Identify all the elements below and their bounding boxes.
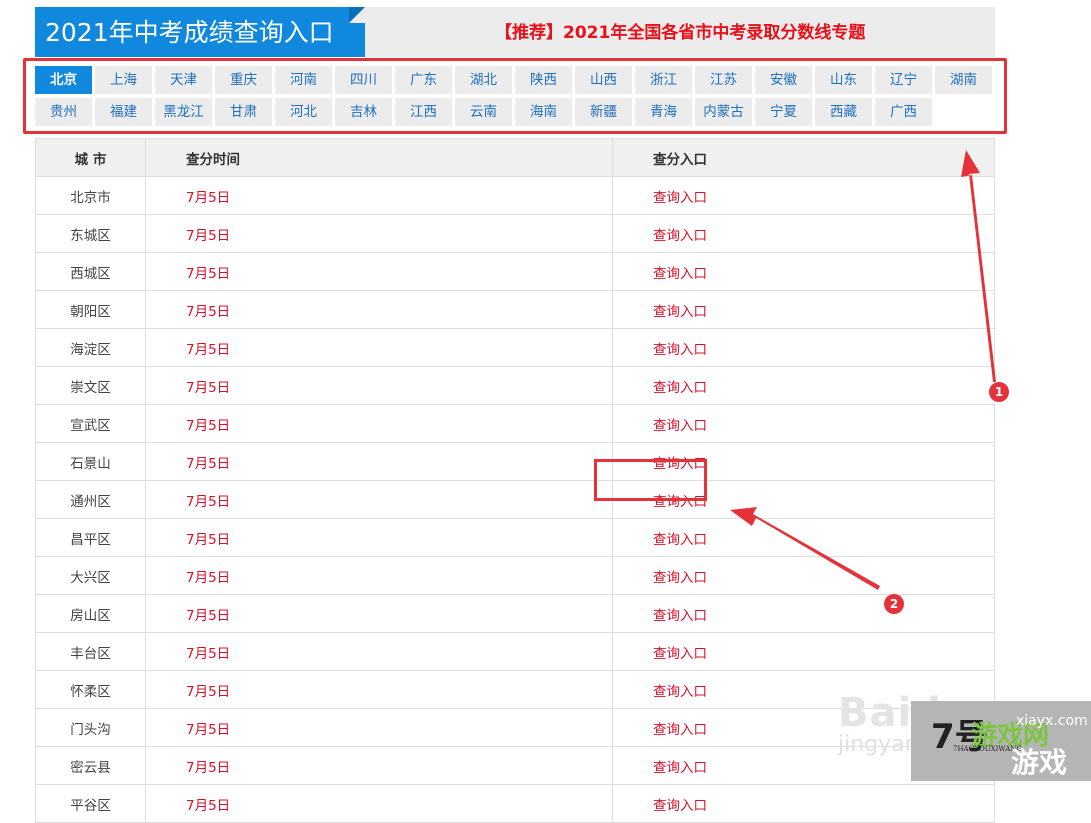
table-header-row: 城 市 查分时间 查分入口 [35, 138, 995, 177]
query-time-cell: 7月5日 [145, 290, 613, 329]
city-cell: 丰台区 [35, 632, 146, 671]
query-time-cell: 7月5日 [145, 518, 613, 557]
query-entry-link[interactable]: 查询入口 [653, 722, 707, 738]
query-time-cell: 7月5日 [145, 556, 613, 595]
query-time-cell: 7月5日 [145, 670, 613, 709]
table-row: 北京市 7月5日 查询入口 [35, 176, 995, 215]
table-row: 石景山 7月5日 查询入口 [35, 442, 995, 481]
entry-cell: 查询入口 [612, 290, 995, 329]
annotation-highlight-entry-link [594, 459, 707, 501]
city-cell: 北京市 [35, 176, 146, 215]
query-time-cell: 7月5日 [145, 328, 613, 367]
query-entry-link[interactable]: 查询入口 [653, 228, 707, 244]
annotation-badge-2: 2 [884, 594, 904, 614]
entry-cell: 查询入口 [612, 632, 995, 671]
table-row: 宣武区 7月5日 查询入口 [35, 404, 995, 443]
page-header: 2021年中考成绩查询入口 【推荐】2021年全国各省市中考录取分数线专题 [35, 7, 995, 57]
table-row: 丰台区 7月5日 查询入口 [35, 632, 995, 671]
table-row: 通州区 7月5日 查询入口 [35, 480, 995, 519]
entry-cell: 查询入口 [612, 784, 995, 823]
query-entry-link[interactable]: 查询入口 [653, 684, 707, 700]
table-row: 房山区 7月5日 查询入口 [35, 594, 995, 633]
city-cell: 平谷区 [35, 784, 146, 823]
query-time-cell: 7月5日 [145, 214, 613, 253]
query-time-cell: 7月5日 [145, 366, 613, 405]
query-entry-link[interactable]: 查询入口 [653, 190, 707, 206]
query-entry-link[interactable]: 查询入口 [653, 798, 707, 814]
entry-cell: 查询入口 [612, 176, 995, 215]
query-time-cell: 7月5日 [145, 252, 613, 291]
table-row: 朝阳区 7月5日 查询入口 [35, 290, 995, 329]
query-time-cell: 7月5日 [145, 404, 613, 443]
header-entry: 查分入口 [612, 138, 995, 177]
city-cell: 朝阳区 [35, 290, 146, 329]
query-time-cell: 7月5日 [145, 480, 613, 519]
city-cell: 门头沟 [35, 708, 146, 747]
table-row: 东城区 7月5日 查询入口 [35, 214, 995, 253]
query-entry-link[interactable]: 查询入口 [653, 418, 707, 434]
query-entry-link[interactable]: 查询入口 [653, 380, 707, 396]
table-row: 崇文区 7月5日 查询入口 [35, 366, 995, 405]
entry-cell: 查询入口 [612, 252, 995, 291]
query-time-cell: 7月5日 [145, 708, 613, 747]
query-time-cell: 7月5日 [145, 176, 613, 215]
city-cell: 密云县 [35, 746, 146, 785]
query-entry-link[interactable]: 查询入口 [653, 608, 707, 624]
table-row: 西城区 7月5日 查询入口 [35, 252, 995, 291]
page-title: 2021年中考成绩查询入口 [35, 7, 349, 57]
query-time-cell: 7月5日 [145, 632, 613, 671]
query-time-cell: 7月5日 [145, 442, 613, 481]
header-time: 查分时间 [145, 138, 613, 177]
title-tab-corner [349, 7, 365, 23]
city-cell: 怀柔区 [35, 670, 146, 709]
query-entry-link[interactable]: 查询入口 [653, 342, 707, 358]
table-row: 平谷区 7月5日 查询入口 [35, 784, 995, 823]
city-cell: 大兴区 [35, 556, 146, 595]
site-logo-watermark: 7号 游戏网 xiayx.com 7HAOYOUXIWANG 游戏 [911, 701, 1091, 781]
entry-cell: 查询入口 [612, 556, 995, 595]
query-time-cell: 7月5日 [145, 746, 613, 785]
query-entry-link[interactable]: 查询入口 [653, 304, 707, 320]
header-city: 城 市 [35, 138, 146, 177]
annotation-badge-1: 1 [989, 382, 1009, 402]
table-row: 海淀区 7月5日 查询入口 [35, 328, 995, 367]
entry-cell: 查询入口 [612, 366, 995, 405]
entry-cell: 查询入口 [612, 328, 995, 367]
title-tab-fold [349, 23, 365, 57]
table-row: 昌平区 7月5日 查询入口 [35, 518, 995, 557]
city-cell: 石景山 [35, 442, 146, 481]
city-cell: 崇文区 [35, 366, 146, 405]
entry-cell: 查询入口 [612, 404, 995, 443]
table-row: 大兴区 7月5日 查询入口 [35, 556, 995, 595]
jingyan-watermark: jingyan [838, 732, 919, 757]
query-entry-link[interactable]: 查询入口 [653, 760, 707, 776]
annotation-highlight-province-nav [23, 58, 1007, 134]
query-entry-link[interactable]: 查询入口 [653, 532, 707, 548]
logo-youxi: 游戏 [1011, 746, 1068, 779]
city-cell: 宣武区 [35, 404, 146, 443]
entry-cell: 查询入口 [612, 594, 995, 633]
query-time-cell: 7月5日 [145, 594, 613, 633]
city-cell: 通州区 [35, 480, 146, 519]
query-entry-link[interactable]: 查询入口 [653, 570, 707, 586]
query-entry-link[interactable]: 查询入口 [653, 646, 707, 662]
promo-link[interactable]: 【推荐】2021年全国各省市中考录取分数线专题 [495, 7, 865, 57]
city-cell: 房山区 [35, 594, 146, 633]
entry-cell: 查询入口 [612, 214, 995, 253]
city-cell: 西城区 [35, 252, 146, 291]
query-time-cell: 7月5日 [145, 784, 613, 823]
entry-cell: 查询入口 [612, 518, 995, 557]
logo-domain: xiayx.com [1016, 713, 1088, 729]
query-entry-link[interactable]: 查询入口 [653, 266, 707, 282]
city-cell: 昌平区 [35, 518, 146, 557]
city-cell: 海淀区 [35, 328, 146, 367]
city-cell: 东城区 [35, 214, 146, 253]
